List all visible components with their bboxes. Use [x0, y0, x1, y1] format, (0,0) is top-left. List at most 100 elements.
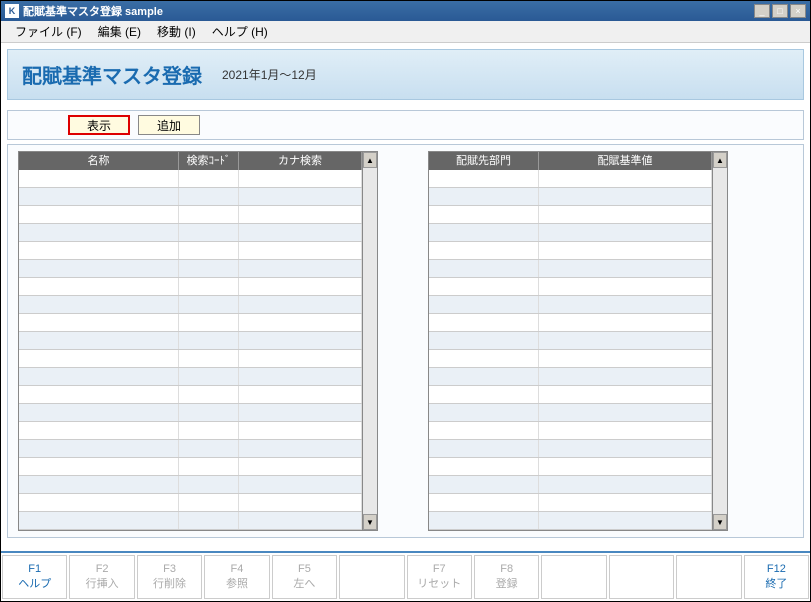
- maximize-button[interactable]: □: [772, 4, 788, 18]
- scroll-track[interactable]: [363, 168, 377, 514]
- page-title: 配賦基準マスタ登録: [22, 60, 202, 89]
- table-row[interactable]: [19, 224, 362, 242]
- col-search-code: 検索ｺｰﾄﾞ: [179, 152, 239, 170]
- menu-help[interactable]: ヘルプ (H): [204, 21, 276, 42]
- col-dept: 配賦先部門: [429, 152, 539, 170]
- scroll-down-icon[interactable]: ▼: [713, 514, 727, 530]
- fkey-label: 参照: [226, 575, 248, 591]
- app-icon: K: [5, 4, 19, 18]
- table-row[interactable]: [19, 422, 362, 440]
- table-row[interactable]: [19, 350, 362, 368]
- fkey-number: F1: [28, 563, 41, 575]
- table-row[interactable]: [19, 206, 362, 224]
- table-row[interactable]: [19, 332, 362, 350]
- scroll-up-icon[interactable]: ▲: [713, 152, 727, 168]
- fkey-F1[interactable]: F1ヘルプ: [2, 555, 67, 599]
- fkey-blank: [541, 555, 606, 599]
- fkey-number: F2: [96, 563, 109, 575]
- table-row[interactable]: [429, 260, 712, 278]
- date-range: 2021年1月～12月: [222, 66, 317, 83]
- table-row[interactable]: [19, 404, 362, 422]
- menu-move[interactable]: 移動 (I): [149, 21, 204, 42]
- fkey-number: F4: [231, 563, 244, 575]
- fkey-number: F3: [163, 563, 176, 575]
- table-row[interactable]: [429, 512, 712, 530]
- fkey-label: 登録: [496, 575, 518, 591]
- table-row[interactable]: [429, 422, 712, 440]
- right-scrollbar[interactable]: ▲ ▼: [712, 151, 728, 531]
- table-row[interactable]: [429, 332, 712, 350]
- table-row[interactable]: [19, 494, 362, 512]
- scroll-down-icon[interactable]: ▼: [363, 514, 377, 530]
- table-row[interactable]: [19, 278, 362, 296]
- fkey-number: F5: [298, 563, 311, 575]
- table-row[interactable]: [19, 242, 362, 260]
- fkey-label: 行挿入: [86, 575, 119, 591]
- table-row[interactable]: [19, 260, 362, 278]
- menu-file[interactable]: ファイル (F): [7, 21, 90, 42]
- table-row[interactable]: [19, 440, 362, 458]
- fkey-label: 終了: [765, 575, 787, 591]
- fkey-label: 左へ: [293, 575, 315, 591]
- window-controls: _ □ ×: [754, 4, 806, 18]
- table-row[interactable]: [429, 296, 712, 314]
- table-row[interactable]: [429, 314, 712, 332]
- table-row[interactable]: [429, 440, 712, 458]
- fkey-F4[interactable]: F4参照: [204, 555, 269, 599]
- table-row[interactable]: [19, 386, 362, 404]
- table-row[interactable]: [429, 458, 712, 476]
- col-kana: カナ検索: [239, 152, 362, 170]
- left-scrollbar[interactable]: ▲ ▼: [362, 151, 378, 531]
- table-row[interactable]: [19, 458, 362, 476]
- col-basis: 配賦基準値: [539, 152, 712, 170]
- display-button[interactable]: 表示: [68, 115, 130, 135]
- fkey-blank: [339, 555, 404, 599]
- table-row[interactable]: [429, 170, 712, 188]
- right-grid[interactable]: 配賦先部門 配賦基準値: [428, 151, 712, 531]
- fkey-F5[interactable]: F5左へ: [272, 555, 337, 599]
- menu-edit[interactable]: 編集 (E): [90, 21, 149, 42]
- table-row[interactable]: [19, 314, 362, 332]
- fkey-F12[interactable]: F12終了: [744, 555, 809, 599]
- toolbar-panel: 表示 追加: [7, 110, 804, 140]
- right-grid-body[interactable]: [429, 170, 712, 530]
- fkey-number: F8: [500, 563, 513, 575]
- header-band: 配賦基準マスタ登録 2021年1月～12月: [7, 49, 804, 100]
- table-row[interactable]: [429, 386, 712, 404]
- fkey-number: F12: [767, 563, 786, 575]
- table-row[interactable]: [19, 476, 362, 494]
- table-row[interactable]: [429, 188, 712, 206]
- menubar: ファイル (F) 編集 (E) 移動 (I) ヘルプ (H): [1, 21, 810, 43]
- table-row[interactable]: [429, 350, 712, 368]
- left-table: 名称 検索ｺｰﾄﾞ カナ検索 ▲ ▼: [18, 151, 378, 531]
- table-row[interactable]: [19, 296, 362, 314]
- table-row[interactable]: [429, 368, 712, 386]
- table-row[interactable]: [19, 368, 362, 386]
- table-row[interactable]: [429, 224, 712, 242]
- table-row[interactable]: [429, 494, 712, 512]
- left-grid[interactable]: 名称 検索ｺｰﾄﾞ カナ検索: [18, 151, 362, 531]
- table-row[interactable]: [429, 206, 712, 224]
- fkey-F3[interactable]: F3行削除: [137, 555, 202, 599]
- table-row[interactable]: [19, 512, 362, 530]
- col-name: 名称: [19, 152, 179, 170]
- table-row[interactable]: [19, 170, 362, 188]
- fkey-F8[interactable]: F8登録: [474, 555, 539, 599]
- titlebar: K 配賦基準マスタ登録 sample _ □ ×: [1, 1, 810, 21]
- table-row[interactable]: [429, 278, 712, 296]
- fkey-F2[interactable]: F2行挿入: [69, 555, 134, 599]
- table-row[interactable]: [429, 404, 712, 422]
- fkey-label: リセット: [417, 575, 461, 591]
- table-row[interactable]: [429, 242, 712, 260]
- table-row[interactable]: [19, 188, 362, 206]
- left-grid-body[interactable]: [19, 170, 362, 530]
- close-button[interactable]: ×: [790, 4, 806, 18]
- scroll-track[interactable]: [713, 168, 727, 514]
- fkey-number: F7: [433, 563, 446, 575]
- fkey-F7[interactable]: F7リセット: [407, 555, 472, 599]
- function-key-bar: F1ヘルプF2行挿入F3行削除F4参照F5左へF7リセットF8登録F12終了: [1, 551, 810, 601]
- scroll-up-icon[interactable]: ▲: [363, 152, 377, 168]
- table-row[interactable]: [429, 476, 712, 494]
- add-button[interactable]: 追加: [138, 115, 200, 135]
- minimize-button[interactable]: _: [754, 4, 770, 18]
